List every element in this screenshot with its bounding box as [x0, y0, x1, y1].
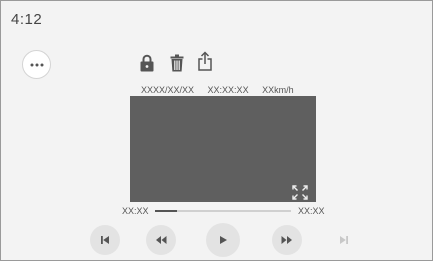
- play-icon: [220, 236, 227, 244]
- seek-bar[interactable]: [155, 210, 291, 212]
- status-clock: 4:12: [11, 11, 43, 28]
- fast-forward-icon: [281, 236, 292, 244]
- seek-progress: [155, 210, 177, 212]
- current-time: XX:XX: [122, 206, 149, 216]
- play-button[interactable]: [206, 223, 240, 257]
- fullscreen-button[interactable]: [290, 183, 310, 201]
- expand-icon: [292, 184, 308, 200]
- delete-button[interactable]: [168, 52, 186, 73]
- previous-track-button[interactable]: [90, 225, 120, 255]
- total-time: XX:XX: [298, 206, 325, 216]
- lock-button[interactable]: [138, 53, 156, 73]
- trash-icon: [170, 54, 184, 71]
- recording-time: XX:XX:XX: [207, 85, 249, 95]
- fast-forward-button[interactable]: [272, 225, 302, 255]
- share-button[interactable]: [196, 49, 214, 73]
- rewind-icon: [156, 236, 167, 244]
- skip-previous-icon: [101, 236, 109, 244]
- more-options-button[interactable]: [22, 50, 51, 79]
- recording-date: XXXX/XX/XX: [141, 85, 195, 95]
- video-preview[interactable]: [130, 96, 316, 202]
- recording-speed: XXkm/h: [262, 85, 294, 95]
- lock-icon: [140, 54, 154, 72]
- share-icon: [198, 51, 212, 71]
- next-track-button[interactable]: [329, 225, 359, 255]
- skip-next-icon: [340, 236, 348, 244]
- video-metadata: XXXX/XX/XX XX:XX:XX XXkm/h: [141, 85, 305, 95]
- media-player-screen: 4:12 XXXX/XX/XX XX:XX:XX XXkm/h XX:XX XX…: [0, 0, 433, 261]
- more-dots-icon: [30, 63, 43, 66]
- rewind-button[interactable]: [146, 225, 176, 255]
